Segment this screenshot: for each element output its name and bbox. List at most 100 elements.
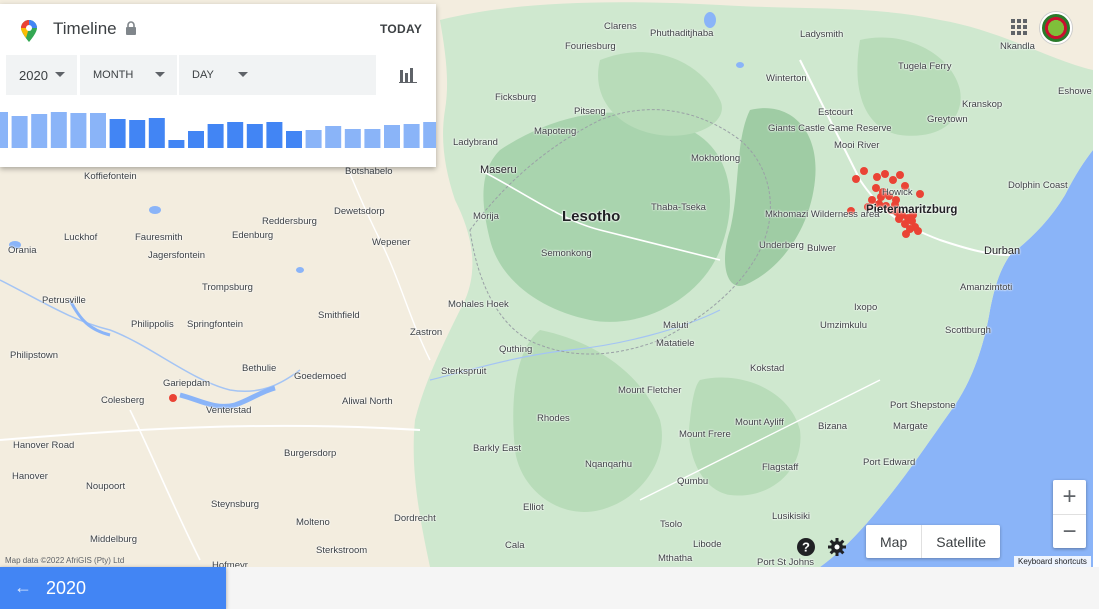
keyboard-shortcuts-link[interactable]: Keyboard shortcuts (1014, 556, 1091, 567)
place-label: Mapoteng (534, 126, 577, 137)
activity-bar[interactable] (344, 129, 361, 148)
place-label: Mohales Hoek (448, 299, 509, 310)
place-label: Botshabelo (345, 166, 393, 177)
place-label: Goedemoed (294, 371, 347, 382)
location-dot[interactable] (916, 190, 924, 198)
place-label: Venterstad (206, 405, 252, 416)
activity-bar[interactable] (266, 122, 283, 148)
place-label: Trompsburg (202, 282, 253, 293)
activity-bar-chart[interactable] (0, 102, 436, 150)
location-dot[interactable] (852, 175, 860, 183)
month-select[interactable]: MONTH (80, 55, 177, 95)
place-label: Libode (693, 539, 722, 550)
place-label: Phuthaditjhaba (650, 28, 714, 39)
timeline-title: Timeline (53, 19, 117, 38)
apps-grid-icon[interactable] (1011, 19, 1027, 35)
location-dot[interactable] (889, 176, 897, 184)
place-label: Durban (984, 245, 1021, 257)
location-dot[interactable] (868, 196, 876, 204)
location-dot[interactable] (896, 171, 904, 179)
activity-bar[interactable] (423, 122, 436, 148)
activity-bar[interactable] (246, 124, 263, 148)
today-button[interactable]: TODAY (380, 22, 422, 36)
location-dot[interactable] (881, 170, 889, 178)
place-label: Fouriesburg (565, 41, 616, 52)
place-label: Eshowe (1058, 86, 1092, 97)
settings-icon[interactable] (827, 537, 847, 557)
activity-bar[interactable] (129, 120, 146, 148)
place-label: Hanover (12, 471, 48, 482)
place-label: Estcourt (818, 107, 853, 118)
place-label: Wepener (372, 237, 411, 248)
activity-bar[interactable] (0, 112, 8, 148)
place-label: Tugela Ferry (898, 61, 952, 72)
place-label: Dolphin Coast (1008, 180, 1068, 191)
activity-bar[interactable] (188, 131, 204, 148)
date-selector-bar: 2020 MONTH DAY (0, 55, 436, 95)
place-label: Morija (473, 211, 499, 222)
help-icon[interactable]: ? (796, 537, 816, 557)
place-label: Ixopo (854, 302, 878, 313)
date-chip[interactable]: ← 2020 (0, 567, 226, 609)
activity-bar[interactable] (207, 124, 224, 148)
activity-bar[interactable] (286, 131, 302, 148)
place-label: Ladybrand (453, 137, 498, 148)
day-select[interactable]: DAY (179, 55, 376, 95)
year-select[interactable]: 2020 (6, 55, 77, 95)
place-label: Gariepdam (163, 378, 210, 389)
activity-bar[interactable] (384, 125, 400, 148)
place-label: Ladysmith (800, 29, 844, 40)
place-label: Mount Ayliff (735, 417, 784, 428)
lock-icon (126, 21, 136, 35)
map-type-map-button[interactable]: Map (866, 525, 921, 558)
map-type-satellite-button[interactable]: Satellite (921, 525, 1000, 558)
activity-bar[interactable] (325, 126, 342, 148)
place-label: Port Edward (863, 457, 916, 468)
location-dot[interactable] (169, 394, 177, 402)
activity-bar[interactable] (148, 118, 165, 148)
avatar[interactable] (1040, 12, 1072, 44)
activity-bar[interactable] (168, 140, 185, 148)
place-label: Flagstaff (762, 462, 799, 473)
month-select-placeholder: MONTH (93, 69, 134, 81)
activity-bar[interactable] (50, 112, 67, 148)
place-label: Pitseng (574, 106, 606, 117)
place-label: Amanzimtoti (960, 282, 1013, 293)
activity-bar[interactable] (227, 122, 244, 148)
place-label: Bizana (818, 421, 848, 432)
place-label: Middelburg (90, 534, 137, 545)
zoom-out-button[interactable]: − (1053, 514, 1086, 548)
place-label: Bulwer (807, 243, 837, 254)
place-label: Lusikisiki (772, 511, 811, 522)
place-label: Steynsburg (211, 499, 260, 510)
location-dot[interactable] (914, 227, 922, 235)
chart-toggle-button[interactable] (380, 55, 436, 95)
zoom-in-button[interactable]: + (1053, 480, 1086, 514)
place-label: Mthatha (658, 553, 693, 564)
activity-bar[interactable] (403, 124, 420, 148)
place-label: Matatiele (656, 338, 695, 349)
back-arrow-icon[interactable]: ← (14, 577, 32, 598)
timeline-panel: Timeline TODAY 2020 MONTH DAY (0, 4, 436, 167)
activity-bar[interactable] (305, 130, 322, 148)
place-label: Margate (893, 421, 928, 432)
place-label: Giants Castle Game Reserve (768, 123, 892, 134)
map-pin-icon (21, 20, 37, 42)
location-dot[interactable] (872, 184, 880, 192)
location-dot[interactable] (860, 167, 868, 175)
place-label: Howick (882, 187, 913, 198)
location-dot[interactable] (902, 230, 910, 238)
activity-bar[interactable] (90, 113, 106, 148)
place-label: Springfontein (187, 319, 243, 330)
activity-bar[interactable] (70, 113, 87, 148)
place-label: Sterkspruit (441, 366, 487, 377)
activity-bar[interactable] (11, 116, 28, 148)
activity-bar[interactable] (364, 129, 381, 148)
activity-bar[interactable] (31, 114, 48, 148)
place-label: Zastron (410, 327, 443, 338)
activity-bar[interactable] (109, 119, 126, 148)
timeline-page: Lesotho Maseru Durban Pietermaritzburg Clare… (0, 0, 1099, 609)
year-select-value: 2020 (19, 67, 48, 83)
map-copyright: Map data ©2022 AfriGIS (Pty) Ltd (5, 556, 125, 565)
location-dot[interactable] (873, 173, 881, 181)
